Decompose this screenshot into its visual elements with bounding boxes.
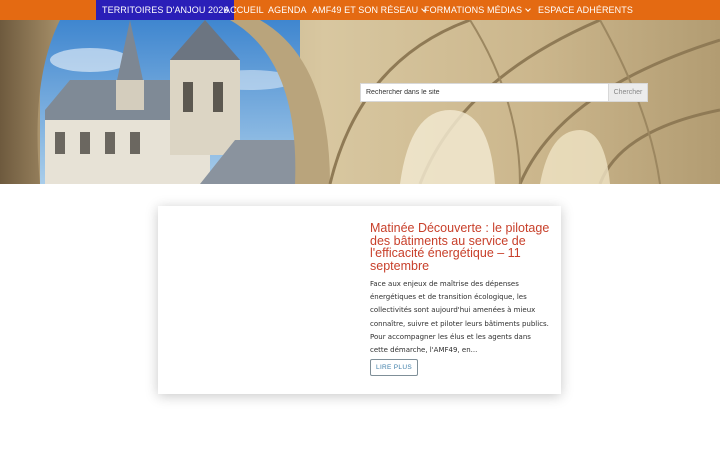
chevron-down-icon: [525, 6, 531, 12]
nav-item-medias[interactable]: MÉDIAS: [487, 0, 531, 20]
nav-item-label: AGENDA: [268, 5, 307, 15]
nav-item-label: ACCUEIL: [224, 5, 264, 15]
article-title[interactable]: Matinée Découverte : le pilotage des bât…: [370, 222, 550, 272]
article-excerpt: Face aux enjeux de maîtrise des dépenses…: [370, 280, 549, 355]
nav-item-label: TERRITOIRES D'ANJOU 2026: [102, 5, 229, 15]
search-button[interactable]: Chercher: [608, 84, 647, 101]
nav-item-espace-adherents[interactable]: ESPACE ADHÉRENTS: [538, 0, 633, 20]
read-more-button[interactable]: LIRE PLUS: [370, 359, 418, 376]
hero-abbey-image: [0, 20, 720, 184]
search-form: Chercher: [360, 83, 648, 102]
nav-item-label: FORMATIONS: [424, 5, 485, 15]
article-card: Matinée Découverte : le pilotage des bât…: [158, 206, 561, 394]
nav-item-label: ESPACE ADHÉRENTS: [538, 5, 633, 15]
main-navigation: TERRITOIRES D'ANJOU 2026 ACCUEIL AGENDA …: [0, 0, 720, 20]
article-thumbnail[interactable]: [170, 218, 356, 382]
nav-item-amf49-reseau[interactable]: AMF49 ET SON RÉSEAU: [312, 0, 428, 20]
nav-item-formations[interactable]: FORMATIONS: [424, 0, 484, 20]
hero-banner: Chercher: [0, 20, 720, 184]
nav-item-label: AMF49 ET SON RÉSEAU: [312, 5, 419, 15]
nav-item-territoires-anjou-2026[interactable]: TERRITOIRES D'ANJOU 2026: [96, 0, 235, 20]
search-input[interactable]: [361, 84, 609, 101]
nav-item-accueil[interactable]: ACCUEIL: [224, 0, 264, 20]
nav-item-agenda[interactable]: AGENDA: [268, 0, 307, 20]
nav-item-label: MÉDIAS: [487, 5, 523, 15]
